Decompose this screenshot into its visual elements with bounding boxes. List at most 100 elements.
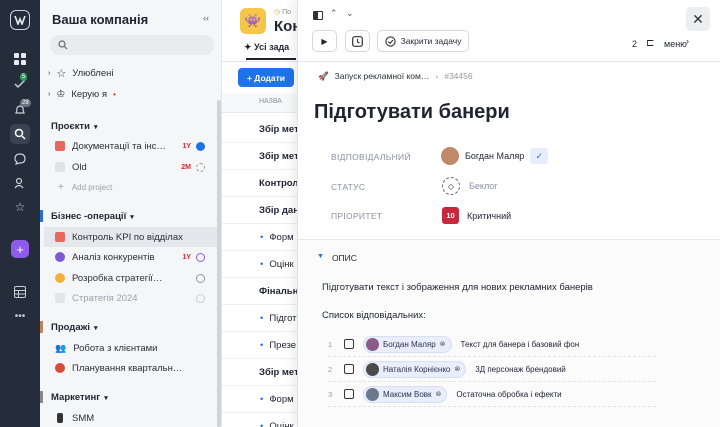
section-sales[interactable]: Продажі ▾ <box>51 322 98 333</box>
owner-field[interactable]: Богдан Маляр ✓ <box>441 147 549 165</box>
person-chip[interactable]: Наталія Корнієнко ⊗ <box>363 360 467 378</box>
verified-check-icon[interactable]: ✓ <box>530 148 549 164</box>
project-avatar: 👾 <box>240 8 266 34</box>
workspace-name[interactable]: Ваша компанія <box>52 12 148 27</box>
table-row[interactable]: Збір мет <box>222 143 302 170</box>
app-logo[interactable] <box>10 10 30 30</box>
people-icon[interactable] <box>11 174 29 192</box>
chevron-right-icon: › <box>48 69 51 77</box>
search-nav-icon[interactable] <box>10 124 30 144</box>
section-marker <box>40 391 43 403</box>
caret-down-icon: ▾ <box>93 123 98 131</box>
add-button[interactable]: + Додати <box>238 68 294 87</box>
chevron-up-icon[interactable]: ⌃ <box>330 8 338 19</box>
table-row[interactable]: Збір дан <box>222 197 302 224</box>
avatar <box>366 387 379 401</box>
description-toggle[interactable]: ▼ ОПИС <box>317 253 357 263</box>
sidebar-scrollbar[interactable] <box>217 100 221 427</box>
caret-down-icon: ▾ <box>130 213 134 221</box>
table-row[interactable]: • Форм <box>222 386 302 413</box>
section-marketing[interactable]: Маркетинг ▾ <box>51 392 108 403</box>
checkbox[interactable] <box>344 339 354 349</box>
project-docs[interactable]: Документації та інс… 1Y <box>44 136 218 156</box>
plus-icon: + <box>58 181 64 193</box>
checkbox[interactable] <box>344 364 354 374</box>
breadcrumb[interactable]: ◷ По <box>274 8 291 16</box>
tab-all-tasks[interactable]: ✦ Усі зада <box>244 42 289 53</box>
bullet-icon: • <box>260 231 264 243</box>
remove-icon[interactable]: ⊗ <box>454 365 460 373</box>
table-row[interactable]: • Оцінк <box>222 251 302 278</box>
list-title: Список відповідальних: <box>322 310 426 321</box>
table-icon[interactable] <box>11 283 29 301</box>
menu-button[interactable]: меню <box>664 39 687 49</box>
more-icon[interactable]: ••• <box>11 307 29 325</box>
sidebar-toggle-icon[interactable] <box>313 11 323 20</box>
search-input[interactable] <box>50 35 214 55</box>
task-breadcrumb[interactable]: 🚀 Запуск рекламної ком… › #34456 <box>318 71 473 82</box>
chevron-right-icon: › <box>48 90 51 98</box>
table-row[interactable]: Збір мет <box>222 116 302 143</box>
star-icon[interactable]: ☆ <box>11 198 29 216</box>
add-icon[interactable]: + <box>11 240 29 258</box>
timer-button[interactable] <box>345 30 370 52</box>
backlog-icon: ◇ <box>442 177 460 195</box>
table-row[interactable]: • Форм <box>222 224 302 251</box>
play-button[interactable]: ▶ <box>312 30 337 52</box>
remove-icon[interactable]: ⊗ <box>440 340 446 348</box>
bullet-icon: • <box>260 393 264 405</box>
phone-icon <box>57 413 63 423</box>
project-icon <box>55 363 65 373</box>
nav-managed[interactable]: › ♔ Керую я • <box>48 85 116 103</box>
project-competitors[interactable]: Аналіз конкурентів 1Y <box>44 247 218 267</box>
nav-favorites[interactable]: › ☆ Улюблені <box>48 64 113 82</box>
project-icon <box>55 293 65 303</box>
table-row[interactable]: • Підгот <box>222 305 302 332</box>
remove-icon[interactable]: ⊗ <box>436 390 442 398</box>
project-clients[interactable]: 👥 Робота з клієнтами <box>44 338 218 358</box>
subtasks-icon[interactable]: ⊏ <box>646 38 654 49</box>
status-field[interactable]: ◇ Беклог <box>442 177 498 195</box>
checkbox[interactable] <box>344 389 354 399</box>
rocket-icon: 🚀 <box>318 71 329 81</box>
section-business[interactable]: Бізнес -операції ▾ <box>51 211 134 222</box>
responsible-row: 3 Максим Вовк ⊗ Остаточна обробка і ефекти <box>328 382 656 407</box>
task-title[interactable]: Підготувати банери <box>314 101 510 124</box>
table-row[interactable]: • Презе <box>222 332 302 359</box>
table-row[interactable]: Контрол <box>222 170 302 197</box>
project-old[interactable]: Old 2M <box>44 157 218 177</box>
table-row[interactable]: Фінальн <box>222 278 302 305</box>
section-projects[interactable]: Проєкти ▾ <box>51 121 97 132</box>
person-chip[interactable]: Максим Вовк ⊗ <box>363 385 448 403</box>
close-task-button[interactable]: Закрити задачу <box>377 30 469 52</box>
check-circle-icon <box>384 35 396 47</box>
grid-icon[interactable] <box>11 50 29 68</box>
add-project[interactable]: + Add project <box>44 177 218 197</box>
person-chip[interactable]: Богдан Маляр ⊗ <box>363 335 452 353</box>
clock-icon <box>352 35 363 47</box>
project-kpi[interactable]: Контроль KPI по відділах <box>44 227 218 247</box>
project-icon <box>55 141 65 151</box>
priority-label: ПРІОРИТЕТ <box>331 211 383 221</box>
table-row[interactable]: Збір мет <box>222 359 302 386</box>
caret-down-icon: ▾ <box>94 324 98 332</box>
caret-down-icon: ▼ <box>317 253 324 260</box>
project-planning[interactable]: Планування квартальн… <box>44 358 218 378</box>
expand-icon[interactable]: › <box>686 36 689 46</box>
priority-field[interactable]: 10 Критичний <box>442 207 511 224</box>
project-strategy-2024[interactable]: Стратегія 2024 <box>44 288 218 308</box>
project-strategy[interactable]: Розробка стратегії… <box>44 268 218 288</box>
divider <box>222 61 302 62</box>
collapse-icon[interactable]: ‹‹ <box>203 13 209 23</box>
chevron-down-icon[interactable]: ⌄ <box>346 8 354 19</box>
close-icon[interactable]: ✕ <box>686 7 710 31</box>
status-label: СТАТУС <box>331 182 366 192</box>
chat-icon[interactable] <box>11 150 29 168</box>
verified-icon <box>196 141 205 151</box>
project-smm[interactable]: SMM <box>44 408 218 427</box>
table-row[interactable]: • Оцінк <box>222 413 302 427</box>
avatar <box>441 147 459 165</box>
divider <box>298 61 720 62</box>
star-icon: ☆ <box>56 67 67 80</box>
description-text[interactable]: Підготувати текст і зображення для нових… <box>322 282 593 293</box>
